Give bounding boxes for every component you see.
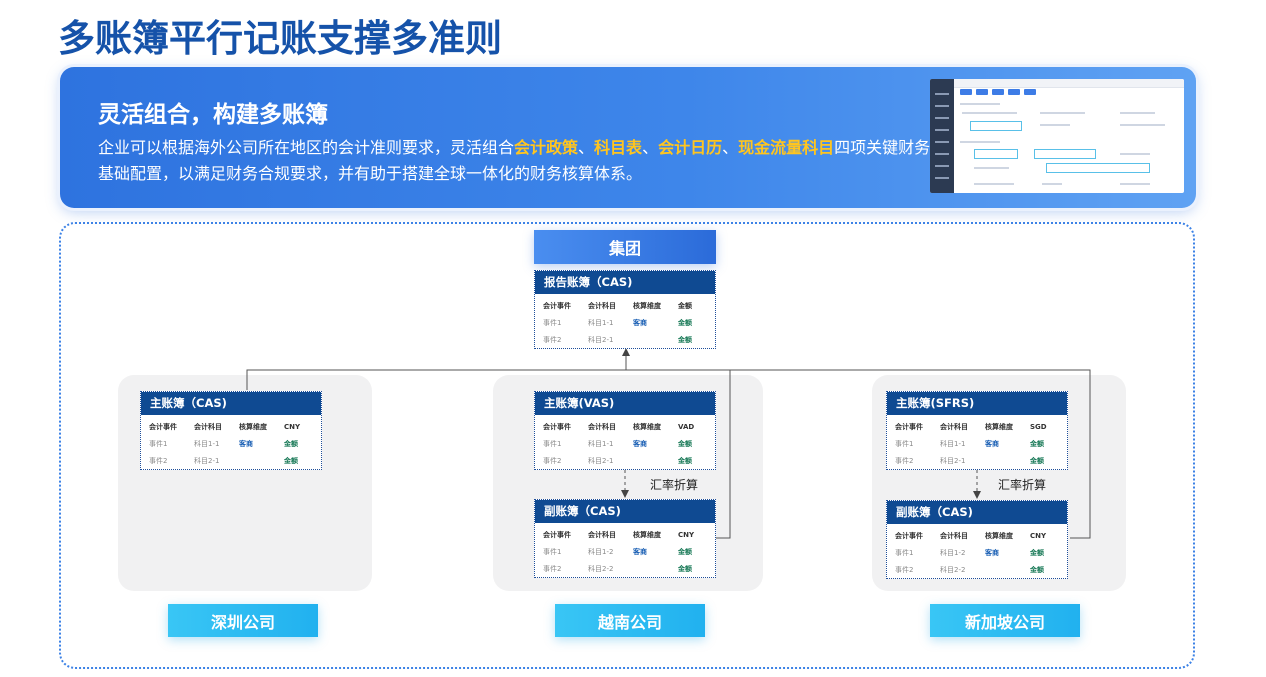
cell-dimension: 客商 (633, 547, 647, 556)
report-ledger: 报告账簿（CAS) 会计事件 会计科目 核算维度 金额 事件1 科目1-1 客商… (534, 270, 716, 349)
cell-account: 科目1-2 (940, 548, 966, 557)
col-header: 会计事件 (895, 531, 923, 540)
fx-label-singapore: 汇率折算 (998, 478, 1047, 492)
ledger-title: 主账簿（CAS) (141, 392, 321, 415)
singapore-main-ledger: 主账簿(SFRS) 会计事件 会计科目 核算维度 SGD 事件1 科目1-1 客… (886, 391, 1068, 470)
cell-event: 事件2 (543, 335, 562, 344)
company-label-vietnam: 越南公司 (555, 604, 705, 637)
col-header: 会计科目 (588, 422, 616, 431)
cell-amount: 金额 (1030, 565, 1044, 574)
col-header: 会计事件 (543, 422, 571, 431)
cell-event: 事件1 (895, 439, 914, 448)
col-header: 核算维度 (985, 531, 1013, 540)
cell-amount: 金额 (678, 564, 692, 573)
cell-dimension (625, 452, 670, 469)
ledger-title: 主账簿(SFRS) (887, 392, 1067, 415)
col-header: 核算维度 (633, 422, 661, 431)
col-header: 会计事件 (149, 422, 177, 431)
cell-account: 科目2-2 (588, 564, 614, 573)
cell-account: 科目2-1 (940, 456, 966, 465)
cell-amount: 金额 (678, 439, 692, 448)
cell-amount: 金额 (1030, 439, 1044, 448)
cell-amount: 金额 (678, 456, 692, 465)
cell-event: 事件2 (895, 565, 914, 574)
cell-amount: 金额 (678, 547, 692, 556)
cell-event: 事件2 (543, 564, 562, 573)
company-label-shenzhen: 深圳公司 (168, 604, 318, 637)
ledger-title: 副账簿（CAS) (887, 501, 1067, 524)
col-header: 会计事件 (895, 422, 923, 431)
cell-amount: 金额 (678, 318, 692, 327)
cell-dimension: 客商 (239, 439, 253, 448)
cell-account: 科目2-2 (940, 565, 966, 574)
col-header-currency: CNY (678, 530, 695, 539)
col-header: 会计科目 (194, 422, 222, 431)
singapore-sub-ledger: 副账簿（CAS) 会计事件 会计科目 核算维度 CNY 事件1 科目1-2 客商… (886, 500, 1068, 579)
group-label: 集团 (534, 230, 716, 264)
col-header: 核算维度 (985, 422, 1013, 431)
cell-event: 事件1 (543, 439, 562, 448)
col-header: 金额 (678, 301, 692, 310)
cell-amount: 金额 (1030, 456, 1044, 465)
cell-event: 事件1 (543, 547, 562, 556)
col-header: 核算维度 (633, 301, 661, 310)
col-header: 会计事件 (543, 530, 571, 539)
ledger-title: 报告账簿（CAS) (535, 271, 715, 294)
col-header-currency: VAD (678, 422, 695, 431)
cell-account: 科目1-2 (588, 547, 614, 556)
cell-account: 科目1-1 (588, 439, 614, 448)
cell-dimension (977, 452, 1022, 469)
cell-event: 事件1 (149, 439, 168, 448)
col-header: 会计科目 (588, 530, 616, 539)
cell-dimension (977, 561, 1022, 578)
cell-account: 科目1-1 (194, 439, 220, 448)
cell-dimension: 客商 (633, 318, 647, 327)
cell-account: 科目2-1 (194, 456, 220, 465)
vietnam-main-ledger: 主账簿(VAS) 会计事件 会计科目 核算维度 VAD 事件1 科目1-1 客商… (534, 391, 716, 470)
cell-account: 科目1-1 (588, 318, 614, 327)
vietnam-sub-ledger: 副账簿（CAS) 会计事件 会计科目 核算维度 CNY 事件1 科目1-2 客商… (534, 499, 716, 578)
cell-event: 事件2 (543, 456, 562, 465)
cell-dimension (231, 452, 276, 469)
company-label-singapore: 新加坡公司 (930, 604, 1080, 637)
col-header-currency: CNY (284, 422, 301, 431)
col-header: 会计事件 (543, 301, 571, 310)
cell-amount: 金额 (678, 335, 692, 344)
cell-dimension (625, 560, 670, 577)
col-header: 会计科目 (588, 301, 616, 310)
fx-label-vietnam: 汇率折算 (650, 478, 699, 492)
ledger-title: 副账簿（CAS) (535, 500, 715, 523)
cell-account: 科目1-1 (940, 439, 966, 448)
cell-amount: 金额 (284, 456, 298, 465)
col-header: 会计科目 (940, 531, 968, 540)
cell-amount: 金额 (284, 439, 298, 448)
shenzhen-main-ledger: 主账簿（CAS) 会计事件 会计科目 核算维度 CNY 事件1 科目1-1 客商… (140, 391, 322, 470)
ledger-title: 主账簿(VAS) (535, 392, 715, 415)
cell-amount: 金额 (1030, 548, 1044, 557)
col-header: 会计科目 (940, 422, 968, 431)
cell-event: 事件2 (895, 456, 914, 465)
col-header: 核算维度 (633, 530, 661, 539)
cell-account: 科目2-1 (588, 456, 614, 465)
cell-event: 事件2 (149, 456, 168, 465)
cell-dimension: 客商 (985, 439, 999, 448)
cell-account: 科目2-1 (588, 335, 614, 344)
cell-dimension: 客商 (985, 548, 999, 557)
col-header-currency: CNY (1030, 531, 1047, 540)
col-header: 核算维度 (239, 422, 267, 431)
cell-dimension: 客商 (633, 439, 647, 448)
cell-event: 事件1 (895, 548, 914, 557)
cell-dimension (625, 331, 670, 348)
cell-event: 事件1 (543, 318, 562, 327)
col-header-currency: SGD (1030, 422, 1047, 431)
